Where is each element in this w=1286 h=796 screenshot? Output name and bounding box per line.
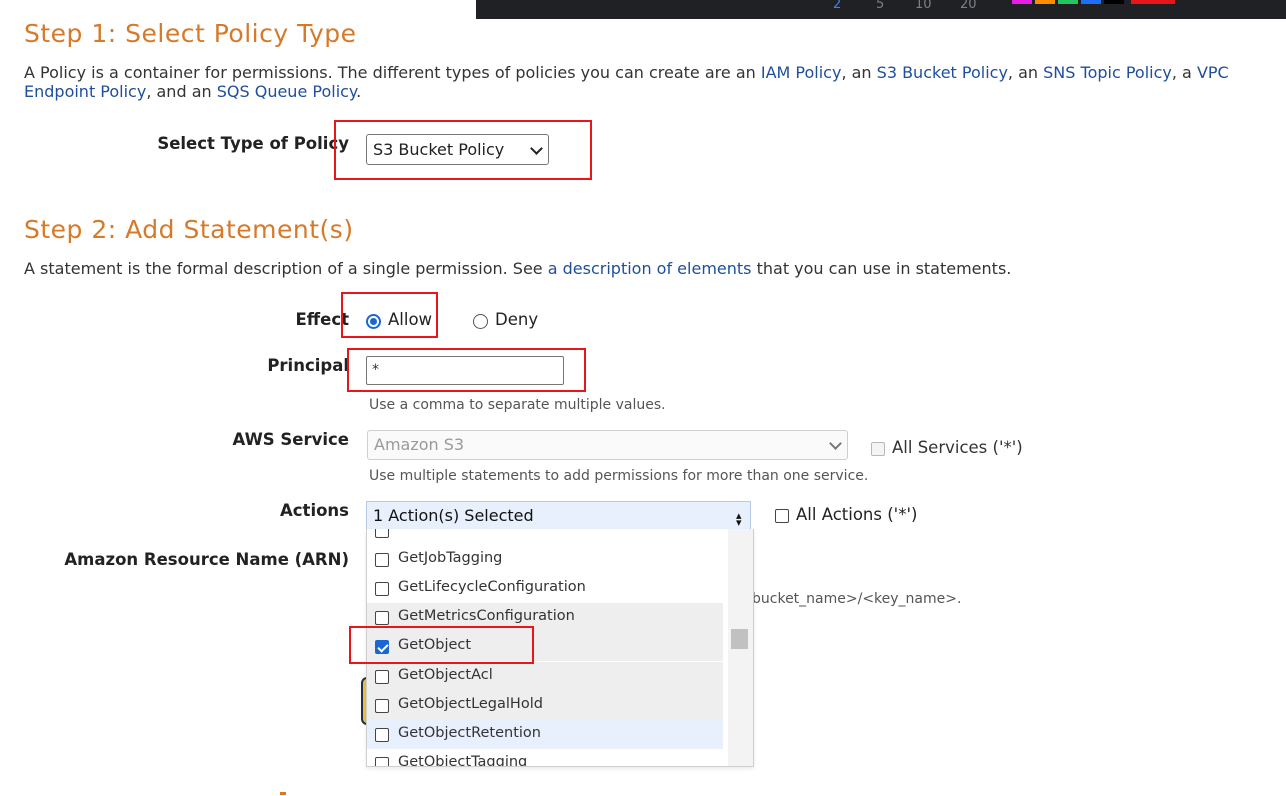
arn-hint: bucket_name>/<key_name>. — [752, 591, 962, 607]
list-item[interactable]: GetObjectRetention — [367, 720, 723, 749]
highlight-box — [347, 348, 586, 392]
action-label: GetMetricsConfiguration — [398, 608, 575, 624]
color-swatch[interactable] — [1012, 0, 1032, 4]
page-number[interactable]: 10 — [915, 0, 932, 12]
step3-title — [280, 792, 286, 795]
action-checkbox[interactable] — [375, 728, 389, 742]
action-label: GetObjectRetention — [398, 725, 541, 741]
aws-service-label: AWS Service — [232, 430, 349, 449]
list-item[interactable] — [367, 529, 723, 545]
step2-description: A statement is the formal description of… — [24, 259, 1012, 278]
color-swatch[interactable] — [1104, 0, 1124, 4]
action-label: GetJobTagging — [398, 550, 503, 566]
arn-label: Amazon Resource Name (ARN) — [64, 550, 349, 569]
all-actions-label[interactable]: All Actions ('*') — [796, 505, 917, 524]
page-number[interactable]: 20 — [960, 0, 977, 12]
color-swatch[interactable] — [1081, 0, 1101, 4]
color-swatch[interactable] — [1131, 0, 1175, 4]
highlight-box — [349, 626, 534, 664]
effect-label: Effect — [295, 310, 350, 329]
action-checkbox[interactable] — [375, 553, 389, 567]
action-checkbox[interactable] — [375, 699, 389, 713]
actions-select[interactable]: 1 Action(s) Selected ▴ ▾ — [366, 501, 751, 529]
highlight-box — [334, 120, 592, 180]
actions-label: Actions — [280, 501, 349, 520]
action-checkbox[interactable] — [375, 611, 389, 625]
list-item[interactable]: GetObjectTagging — [367, 749, 723, 767]
action-checkbox[interactable] — [375, 757, 389, 766]
iam-policy-link[interactable]: IAM Policy — [761, 63, 842, 82]
principal-hint: Use a comma to separate multiple values. — [369, 397, 666, 413]
all-services-checkbox[interactable] — [871, 442, 885, 456]
action-label: GetObjectAcl — [398, 667, 493, 683]
color-swatch[interactable] — [1058, 0, 1078, 4]
dropdown-scrollbar[interactable] — [728, 529, 753, 766]
sns-topic-policy-link[interactable]: SNS Topic Policy — [1043, 63, 1172, 82]
all-actions-checkbox[interactable] — [775, 509, 789, 523]
action-label: GetObjectLegalHold — [398, 696, 543, 712]
s3-bucket-policy-link[interactable]: S3 Bucket Policy — [877, 63, 1008, 82]
page-number[interactable]: 5 — [876, 0, 884, 12]
aws-service-select[interactable]: Amazon S3 — [367, 430, 848, 460]
elements-description-link[interactable]: a description of elements — [548, 259, 752, 278]
list-item[interactable]: GetJobTagging — [367, 545, 723, 574]
action-checkbox[interactable] — [375, 582, 389, 596]
step2-title: Step 2: Add Statement(s) — [24, 215, 354, 244]
action-label: GetObjectTagging — [398, 754, 528, 767]
service-hint: Use multiple statements to add permissio… — [369, 468, 869, 484]
step1-title: Step 1: Select Policy Type — [24, 19, 357, 48]
sqs-queue-policy-link[interactable]: SQS Queue Policy — [217, 82, 356, 101]
deny-radio[interactable] — [473, 314, 488, 329]
color-swatch[interactable] — [1035, 0, 1055, 4]
policy-type-label: Select Type of Policy — [157, 134, 349, 153]
list-item[interactable]: GetObjectLegalHold — [367, 691, 723, 720]
chevron-down-icon — [829, 437, 842, 450]
step1-description: A Policy is a container for permissions.… — [24, 63, 1229, 101]
page-number[interactable]: 2 — [833, 0, 841, 12]
action-checkbox[interactable] — [375, 529, 389, 538]
list-item[interactable]: GetLifecycleConfiguration — [367, 574, 723, 603]
principal-label: Principal — [267, 356, 349, 375]
deny-label[interactable]: Deny — [495, 310, 538, 329]
scroll-thumb[interactable] — [731, 629, 748, 649]
action-checkbox[interactable] — [375, 670, 389, 684]
top-toolbar-strip: 2 5 10 20 — [476, 0, 1286, 19]
action-label: GetLifecycleConfiguration — [398, 579, 586, 595]
list-item[interactable]: GetObjectAcl — [367, 662, 723, 691]
all-services-label[interactable]: All Services ('*') — [892, 438, 1023, 457]
highlight-box — [341, 292, 438, 338]
